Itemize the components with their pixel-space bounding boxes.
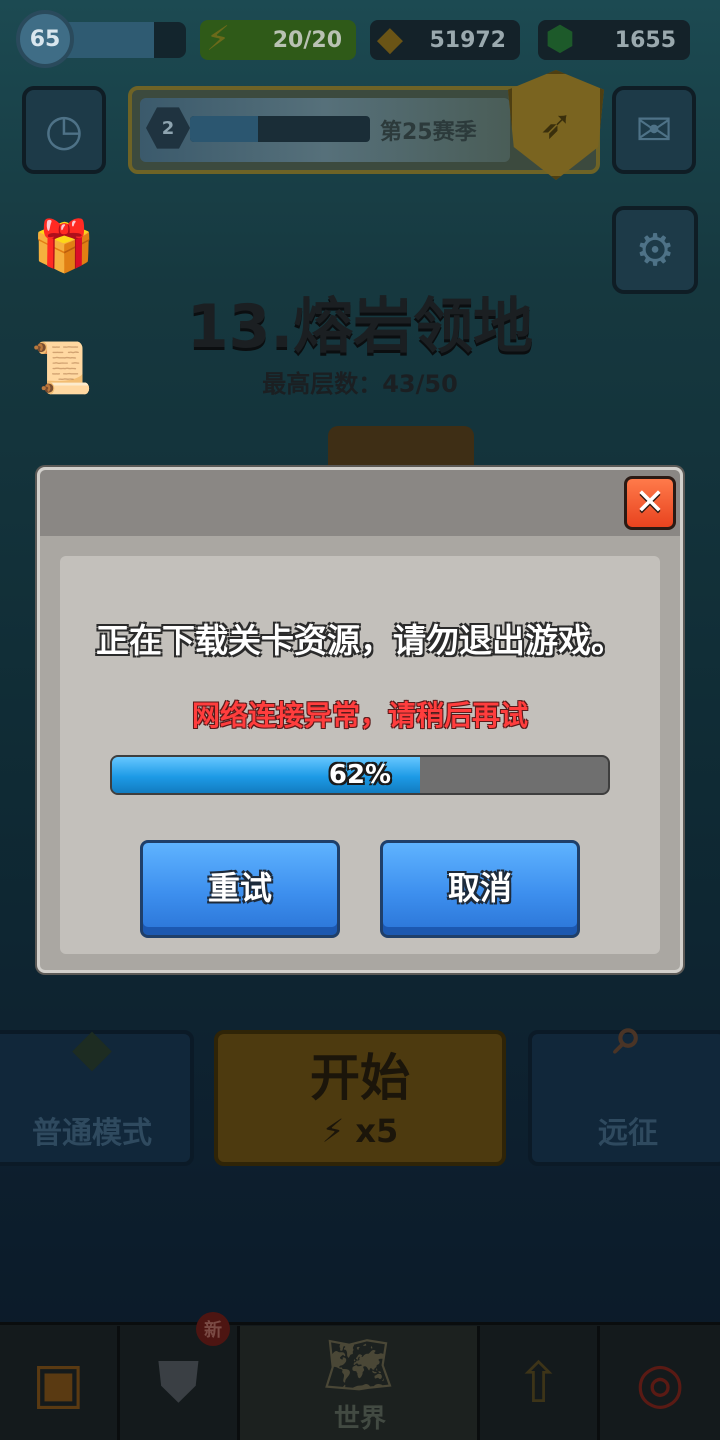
tab-upgrade[interactable]: ⇧: [480, 1326, 600, 1440]
start-button[interactable]: 开始 ⚡ x5: [214, 1030, 506, 1166]
target-icon: ◎: [635, 1350, 685, 1416]
history-button[interactable]: ◷: [22, 86, 106, 174]
mail-icon: ✉: [635, 104, 673, 156]
dialog-header: [40, 470, 680, 536]
start-cost: x5: [355, 1112, 399, 1150]
stage-best-floor: 最高层数：43/50: [262, 370, 458, 398]
lightning-icon: ⚡: [206, 19, 230, 59]
expedition-button[interactable]: ⌕ 远征: [528, 1006, 720, 1166]
armor-icon: ⛊: [157, 1350, 200, 1415]
history-icon: ◷: [44, 104, 84, 156]
mail-button[interactable]: ✉: [612, 86, 696, 174]
normal-mode-button[interactable]: ◆ 普通模式: [0, 1018, 194, 1166]
tab-talents[interactable]: ◎: [600, 1326, 720, 1440]
close-button[interactable]: ✕: [624, 476, 676, 530]
xp-bar: [56, 22, 186, 58]
lightning-icon: ⚡: [321, 1112, 345, 1150]
gold-icon: ◆: [376, 19, 404, 59]
cancel-button[interactable]: 取消: [380, 840, 580, 938]
player-level-badge[interactable]: 65: [16, 10, 74, 68]
season-progress-bar: [190, 116, 370, 142]
download-progress-text: 62%: [328, 760, 392, 790]
season-label: 第25赛季: [380, 120, 477, 145]
gear-icon: ⚙: [635, 224, 675, 276]
tab-world-label: 世界: [333, 1404, 386, 1434]
stage-title: 13.熔岩领地: [186, 292, 534, 362]
chest-icon: ▣: [32, 1350, 85, 1416]
close-icon: ✕: [634, 482, 666, 523]
tab-chest[interactable]: ▣: [0, 1326, 120, 1440]
network-error-message: 网络连接异常，请稍后再试: [191, 699, 528, 732]
retry-button[interactable]: 重试: [140, 840, 340, 938]
map-magnifier-icon: ⌕: [613, 1006, 643, 1066]
gift-icon[interactable]: 🎁: [26, 208, 102, 284]
new-badge: 新: [196, 1312, 230, 1346]
arrow-up-icon: ⇧: [515, 1350, 562, 1416]
demon-mask-icon: ◆: [72, 1018, 112, 1078]
world-map-icon: 🗺: [322, 1333, 395, 1398]
gem-icon: ⬢: [545, 19, 575, 59]
download-message: 正在下载关卡资源，请勿退出游戏。: [96, 621, 624, 660]
